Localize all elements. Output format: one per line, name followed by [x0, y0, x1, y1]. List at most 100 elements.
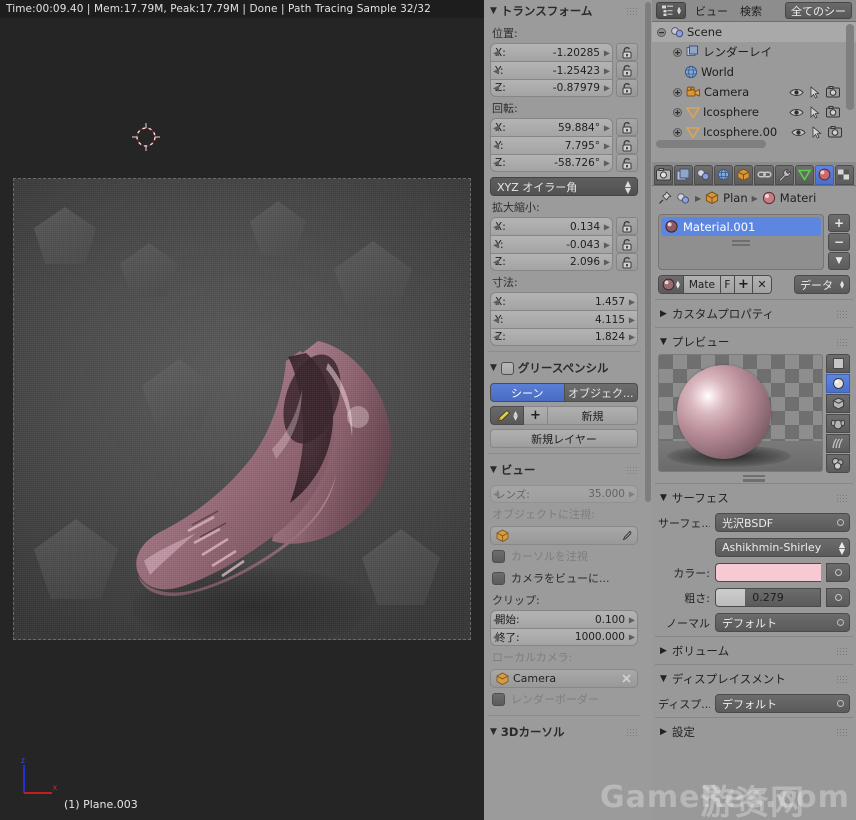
- expand-icon[interactable]: [672, 87, 683, 98]
- clip-start-row[interactable]: ◀ 開始: 0.100 ▶: [484, 610, 644, 628]
- location-z-field[interactable]: ◀ Z: -0.87979 ▶: [490, 79, 613, 97]
- material-link-dropdown[interactable]: データ ▲ ▼: [794, 275, 850, 294]
- preview-type-cloth-button[interactable]: [826, 454, 850, 473]
- decrement-arrow-icon[interactable]: ◀: [493, 159, 499, 168]
- viewport-3d[interactable]: Time:00:09.40 | Mem:17.79M, Peak:17.79M …: [0, 0, 484, 820]
- preview-type-sphere-button[interactable]: [826, 374, 850, 393]
- lock-location-z-button[interactable]: [616, 79, 638, 97]
- material-sphere-icon[interactable]: [762, 191, 776, 205]
- gp-pencil-button[interactable]: ▲ ▼: [490, 406, 524, 425]
- outliner-menu-search[interactable]: 検索: [737, 3, 765, 19]
- tab-object[interactable]: [734, 164, 754, 185]
- eye-icon[interactable]: [791, 127, 806, 138]
- camera-to-view-row[interactable]: カメラをビューに...: [484, 567, 644, 589]
- dimensions-row-x[interactable]: ◀ X: 1.457 ▶: [484, 292, 644, 310]
- outliner-row-icosphere-001[interactable]: Icosphere.00: [652, 122, 856, 142]
- section-header-settings[interactable]: ▶ 設定: [652, 720, 856, 744]
- grease-pencil-new-layer-row[interactable]: 新規レイヤー: [490, 429, 638, 448]
- displacement-row[interactable]: ディスプ... デフォルト: [652, 691, 856, 716]
- location-row-x[interactable]: ◀ X: -1.20285 ▶: [484, 43, 644, 61]
- eye-icon[interactable]: [789, 87, 804, 98]
- increment-arrow-icon[interactable]: ▶: [629, 490, 635, 499]
- increment-arrow-icon[interactable]: ▶: [604, 84, 610, 93]
- scale-x-field[interactable]: ◀ X: 0.134 ▶: [490, 217, 613, 235]
- gp-tab-object[interactable]: オブジェク...: [564, 383, 638, 402]
- material-browse-button[interactable]: ▲ ▼: [659, 276, 684, 293]
- pin-icon[interactable]: [658, 191, 672, 205]
- rotation-x-field[interactable]: ◀ X: 59.884° ▶: [490, 118, 613, 136]
- render-visibility-icon[interactable]: [826, 106, 840, 118]
- scale-row-x[interactable]: ◀ X: 0.134 ▶: [484, 217, 644, 235]
- lock-scale-z-button[interactable]: [616, 253, 638, 271]
- outliner-menu-view[interactable]: ビュー: [692, 3, 731, 19]
- increment-arrow-icon[interactable]: ▶: [604, 222, 610, 231]
- add-material-slot-button[interactable]: +: [828, 214, 850, 232]
- increment-arrow-icon[interactable]: ▶: [604, 48, 610, 57]
- rotation-mode-dropdown[interactable]: XYZ オイラー角 ▲ ▼: [490, 177, 638, 196]
- tab-object-data[interactable]: [794, 164, 814, 185]
- location-x-field[interactable]: ◀ X: -1.20285 ▶: [490, 43, 613, 61]
- outliner-row-camera[interactable]: Camera: [652, 82, 856, 102]
- grease-pencil-checkbox[interactable]: [500, 361, 514, 375]
- location-row-y[interactable]: ◀ Y: -1.25423 ▶: [484, 61, 644, 79]
- grease-pencil-new-row[interactable]: ▲ ▼ + 新規: [490, 406, 638, 425]
- fake-user-button[interactable]: F: [720, 276, 735, 293]
- breadcrumb[interactable]: ▶ Plan ▶ Materi: [652, 186, 856, 210]
- collapse-icon[interactable]: [656, 27, 667, 38]
- gp-tab-scene[interactable]: シーン: [490, 383, 565, 402]
- tab-render[interactable]: [654, 164, 674, 185]
- lock-cursor-checkbox[interactable]: [492, 549, 505, 563]
- color-swatch[interactable]: [715, 563, 821, 582]
- material-specials-button[interactable]: ▼: [828, 252, 850, 270]
- dimensions-row-y[interactable]: ◀ Y: 4.115 ▶: [484, 310, 644, 328]
- lens-field[interactable]: ◀ レンズ: 35.000 ▶: [490, 485, 638, 503]
- increment-arrow-icon[interactable]: ▶: [604, 159, 610, 168]
- material-slots-area[interactable]: Material.001 + − ▼: [652, 210, 856, 270]
- decrement-arrow-icon[interactable]: ◀: [493, 615, 499, 624]
- tab-render-layers[interactable]: [674, 164, 694, 185]
- outliner-display-mode-button[interactable]: ▲ ▼: [656, 2, 686, 19]
- expand-icon[interactable]: [672, 127, 683, 138]
- rotation-row-y[interactable]: ◀ Y: 7.795° ▶: [484, 136, 644, 154]
- material-slot-buttons[interactable]: + − ▼: [828, 214, 850, 270]
- dimensions-row-z[interactable]: ◀ Z: 1.824 ▶: [484, 328, 644, 346]
- outliner-horizontal-scrollbar[interactable]: [656, 140, 766, 148]
- distribution-row[interactable]: Ashikhmin-Shirley ▲ ▼: [652, 535, 856, 560]
- decrement-arrow-icon[interactable]: ◀: [493, 258, 499, 267]
- scale-y-field[interactable]: ◀ Y: -0.043 ▶: [490, 235, 613, 253]
- socket-dot-icon[interactable]: [837, 519, 844, 526]
- rotation-y-field[interactable]: ◀ Y: 7.795° ▶: [490, 136, 613, 154]
- location-y-field[interactable]: ◀ Y: -1.25423 ▶: [490, 61, 613, 79]
- tab-modifiers[interactable]: [774, 164, 794, 185]
- section-header-preview[interactable]: ▼ プレビュー: [652, 330, 856, 354]
- camera-to-view-checkbox[interactable]: [492, 571, 505, 585]
- increment-arrow-icon[interactable]: ▶: [629, 333, 635, 342]
- local-camera-field[interactable]: Camera: [490, 669, 638, 688]
- lock-location-x-button[interactable]: [616, 43, 638, 61]
- color-row[interactable]: カラー:: [652, 560, 856, 585]
- normal-value[interactable]: デフォルト: [715, 613, 850, 632]
- lock-cursor-row[interactable]: カーソルを注視: [484, 545, 644, 567]
- increment-arrow-icon[interactable]: ▶: [629, 297, 635, 306]
- outliner-toggles[interactable]: [789, 105, 840, 119]
- lock-rotation-y-button[interactable]: [616, 136, 638, 154]
- tab-texture[interactable]: [834, 164, 854, 185]
- preview-type-flat-button[interactable]: [826, 354, 850, 373]
- decrement-arrow-icon[interactable]: ◀: [493, 333, 499, 342]
- decrement-arrow-icon[interactable]: ◀: [493, 222, 499, 231]
- render-border-row[interactable]: レンダーボーダー: [484, 688, 644, 710]
- render-visibility-icon[interactable]: [826, 86, 840, 98]
- roughness-socket-button[interactable]: [826, 588, 850, 607]
- unlink-material-button[interactable]: ✕: [752, 276, 771, 293]
- eye-icon[interactable]: [789, 107, 804, 118]
- decrement-arrow-icon[interactable]: ◀: [493, 633, 499, 642]
- decrement-arrow-icon[interactable]: ◀: [493, 490, 499, 499]
- expand-icon[interactable]: [672, 47, 683, 58]
- rotation-row-x[interactable]: ◀ X: 59.884° ▶: [484, 118, 644, 136]
- lock-rotation-x-button[interactable]: [616, 118, 638, 136]
- distribution-dropdown[interactable]: Ashikhmin-Shirley ▲ ▼: [715, 538, 850, 557]
- surface-shader-row[interactable]: サーフェ... 光沢BSDF: [652, 510, 856, 535]
- render-visibility-icon[interactable]: [828, 126, 842, 138]
- breadcrumb-object[interactable]: Plan: [723, 191, 747, 205]
- clip-end-field[interactable]: ◀ 終了: 1000.000 ▶: [490, 628, 638, 646]
